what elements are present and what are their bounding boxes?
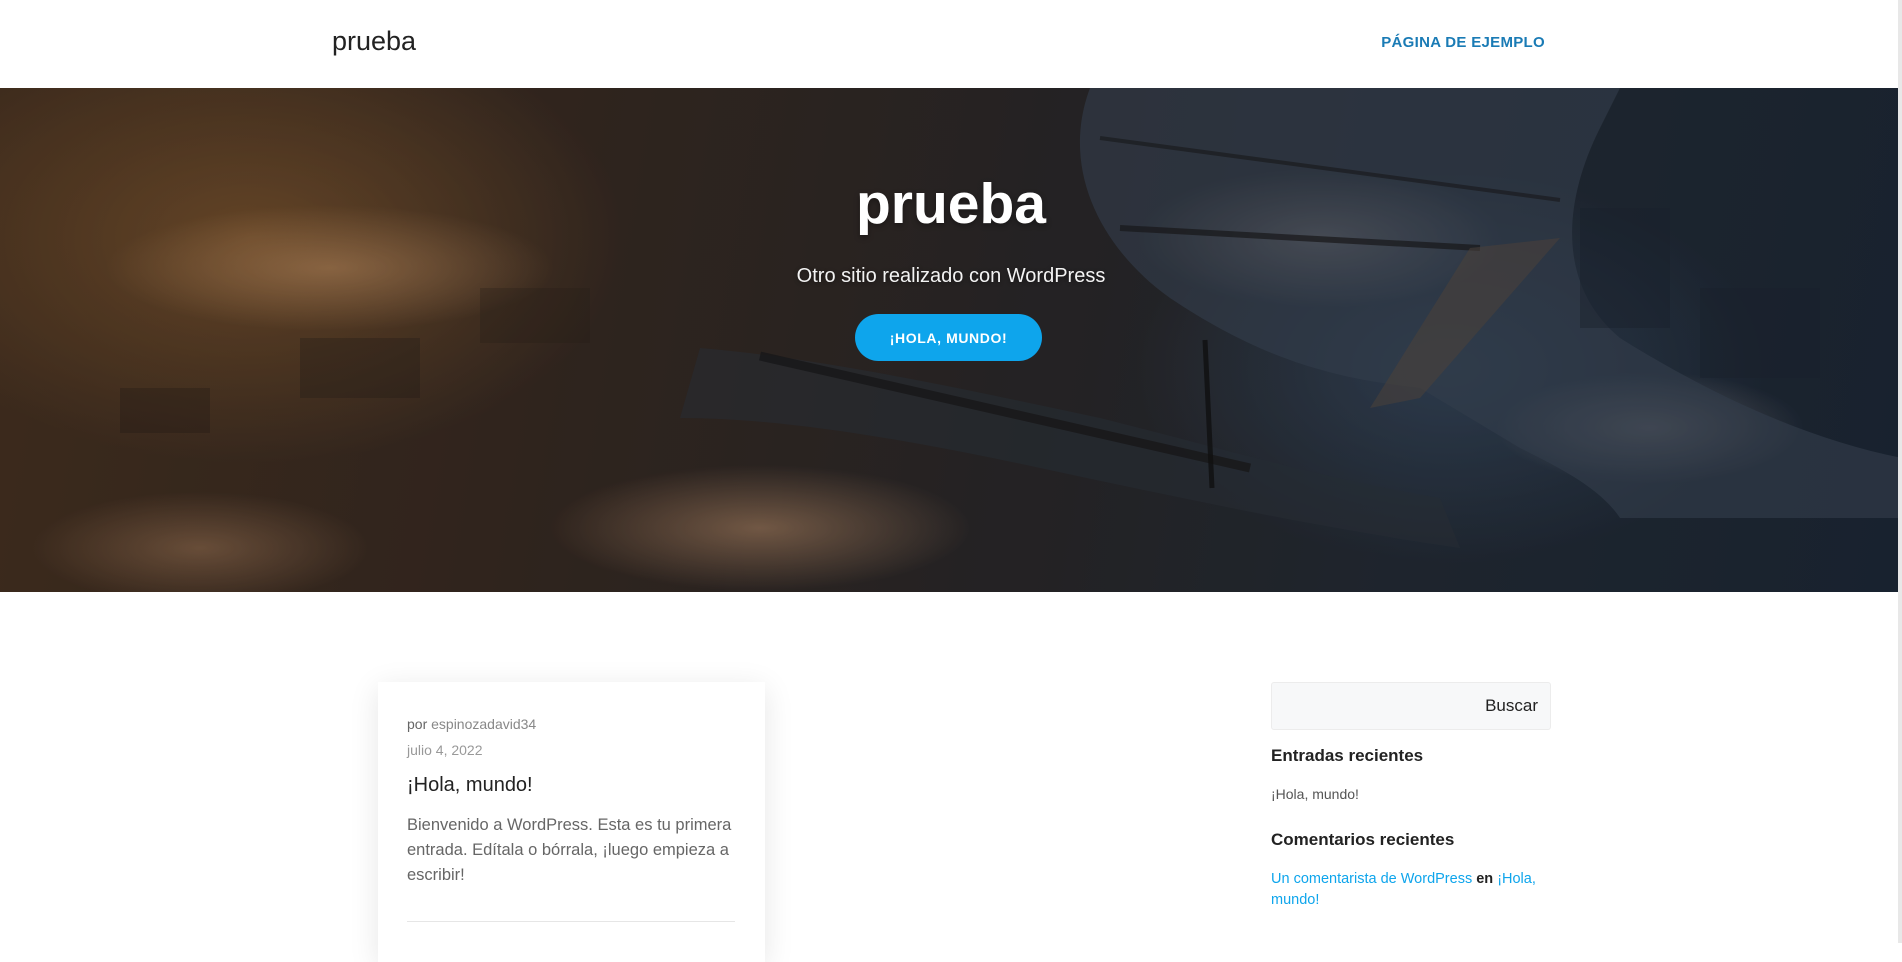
comment-author-link[interactable]: Un comentarista de WordPress <box>1271 871 1472 887</box>
search-button[interactable]: Buscar <box>1485 696 1538 716</box>
search-form: Buscar <box>1271 682 1551 730</box>
site-header: prueba PÁGINA DE EJEMPLO <box>0 0 1902 88</box>
hero-cta-button[interactable]: ¡HOLA, MUNDO! <box>855 314 1042 361</box>
post-excerpt: Bienvenido a WordPress. Esta es tu prime… <box>407 816 732 884</box>
hero-title: prueba <box>855 172 1047 236</box>
post-divider <box>407 921 735 922</box>
recent-comments-title: Comentarios recientes <box>1271 830 1455 849</box>
comment-connector: en <box>1476 871 1494 887</box>
post-card: por espinozadavid34 julio 4, 2022 ¡Hola,… <box>378 682 765 962</box>
recent-posts-title: Entradas recientes <box>1271 746 1424 765</box>
nav-item-pagina-de-ejemplo[interactable]: PÁGINA DE EJEMPLO <box>1381 34 1545 51</box>
hero-banner: prueba Otro sitio realizado con WordPres… <box>0 88 1902 592</box>
post-date: julio 4, 2022 <box>407 742 483 758</box>
post-title[interactable]: ¡Hola, mundo! <box>407 774 533 797</box>
site-title[interactable]: prueba <box>332 26 416 57</box>
post-author-line: por espinozadavid34 <box>407 716 536 732</box>
hero-tagline: Otro sitio realizado con WordPress <box>796 265 1106 287</box>
recent-post-item[interactable]: ¡Hola, mundo! <box>1271 786 1359 802</box>
search-input[interactable] <box>1272 683 1462 729</box>
page-scrollbar[interactable] <box>1898 0 1902 943</box>
recent-comment-item: Un comentarista de WordPress en ¡Hola, m… <box>1271 869 1551 911</box>
post-author-link[interactable]: espinozadavid34 <box>431 716 536 732</box>
post-author-prefix: por <box>407 716 428 732</box>
